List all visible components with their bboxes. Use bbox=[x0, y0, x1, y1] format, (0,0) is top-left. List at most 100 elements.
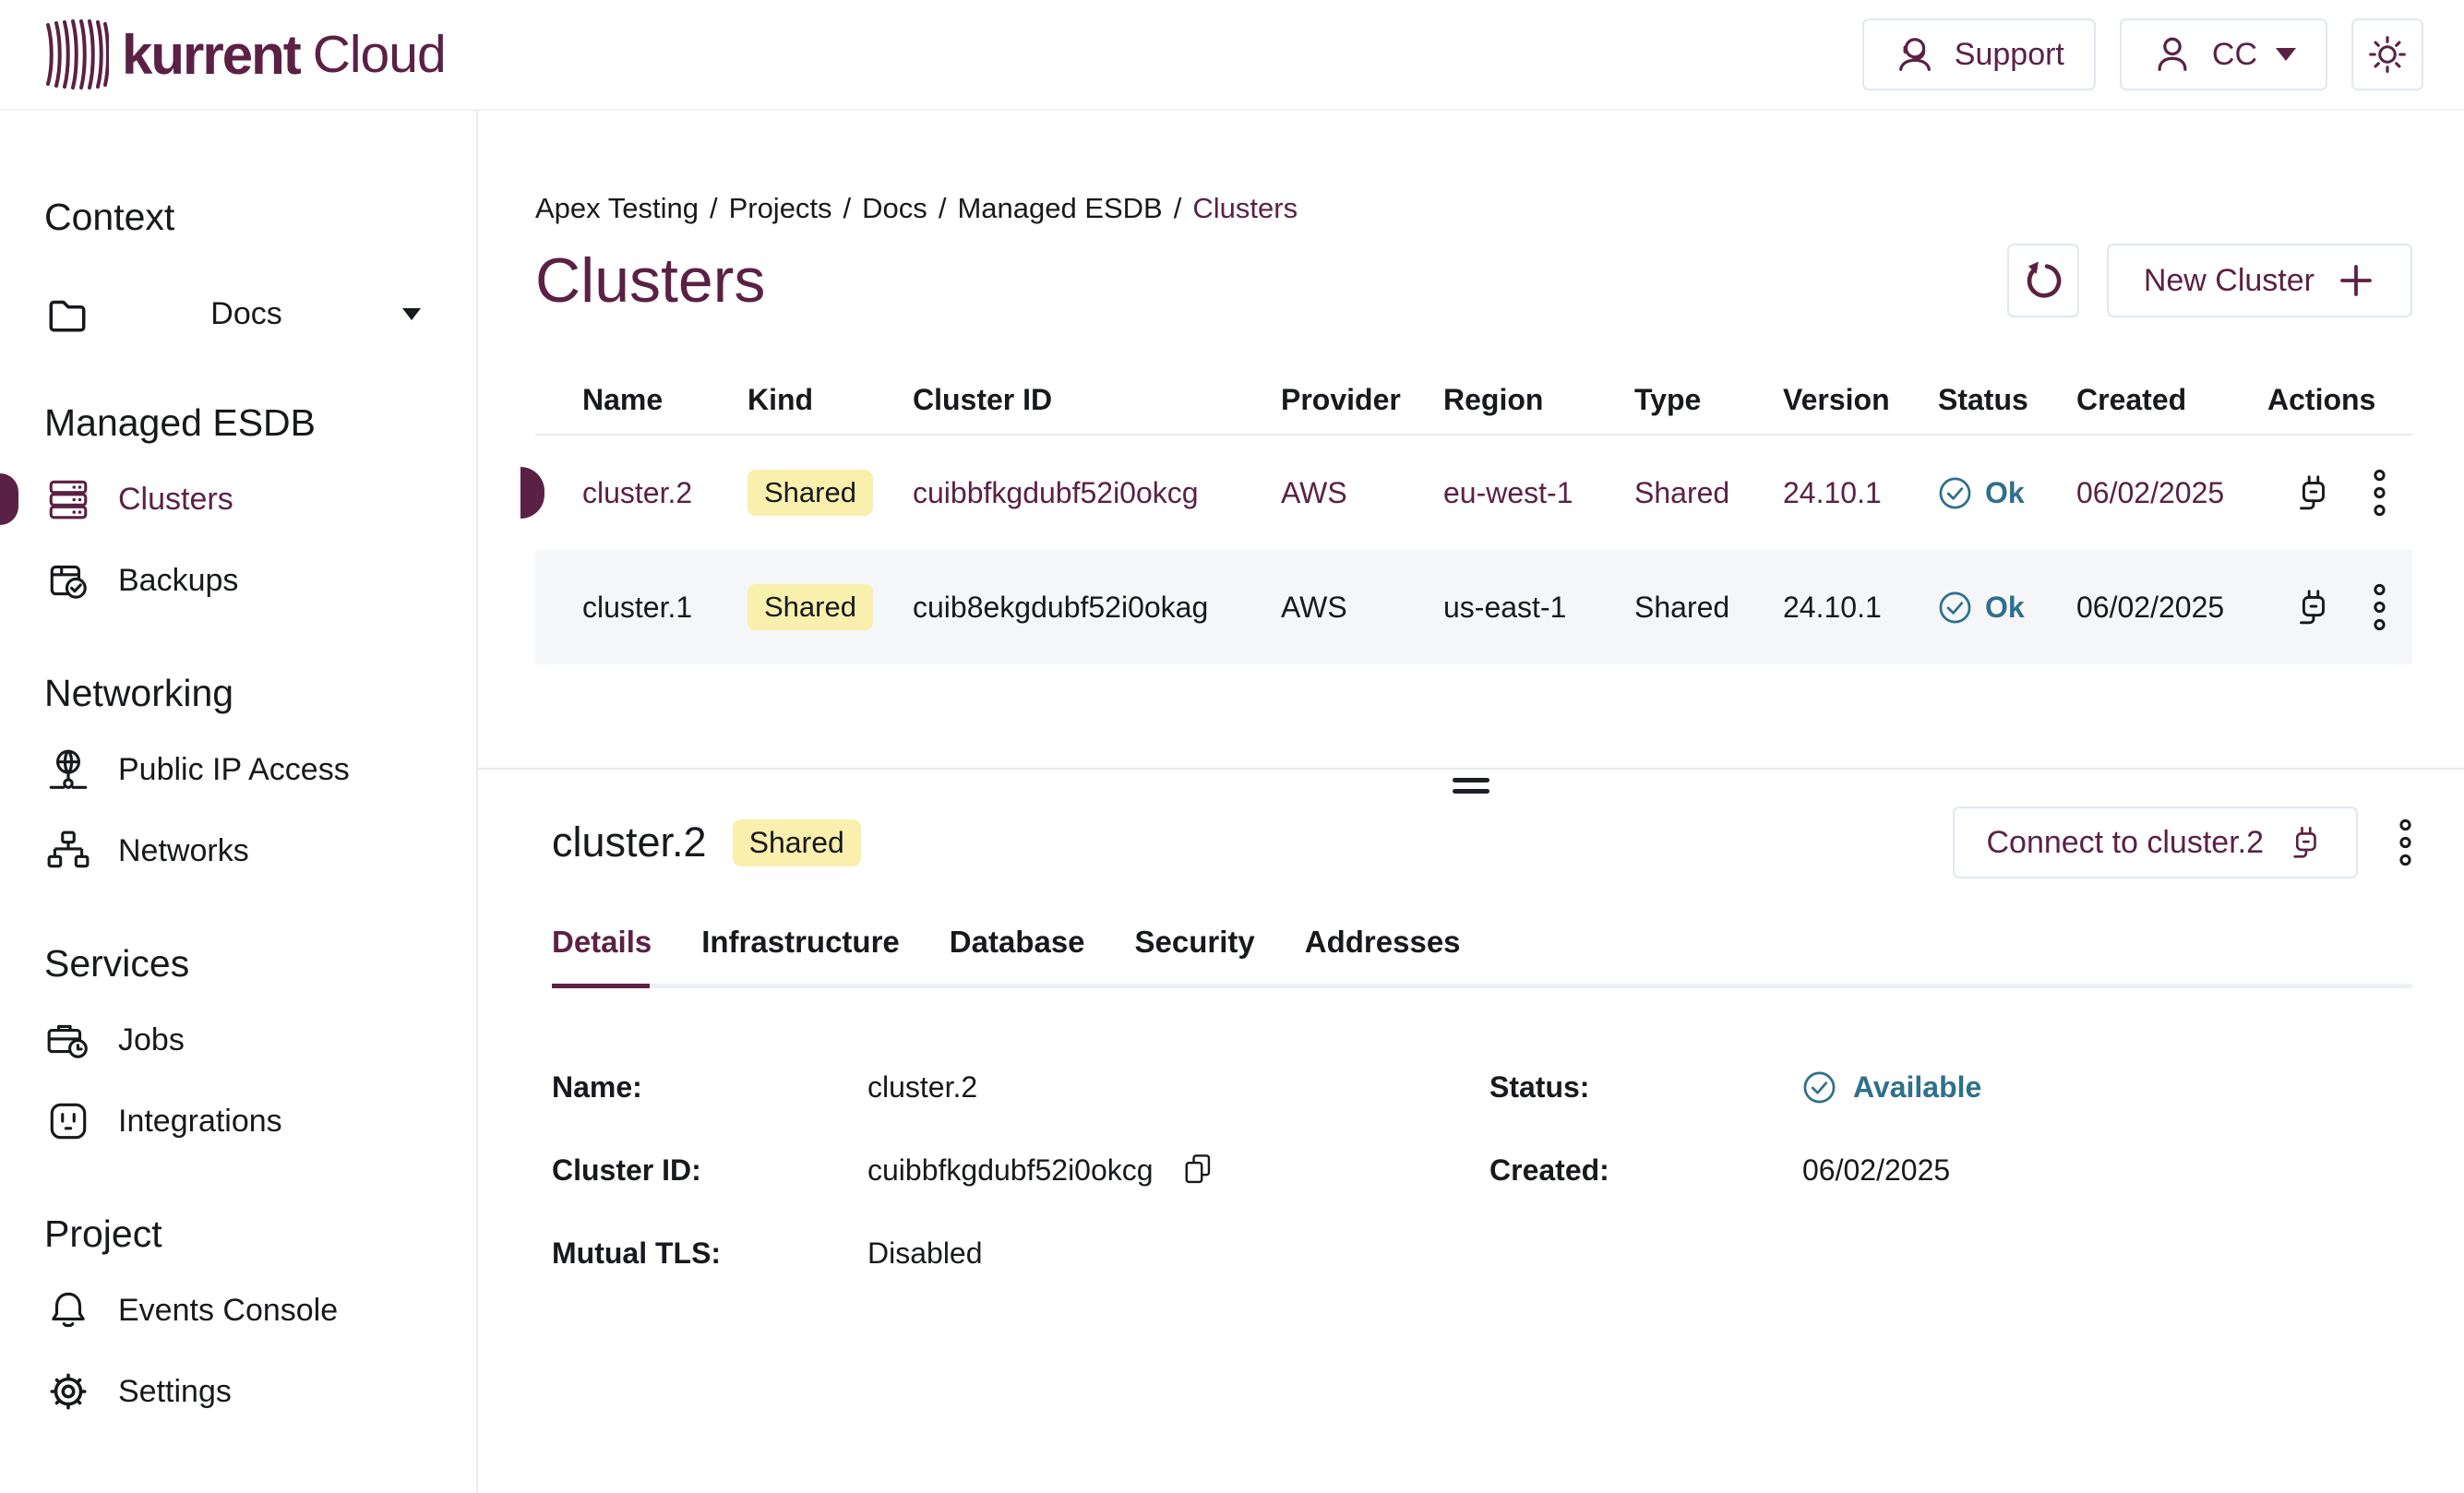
field-label-created: Created: bbox=[1489, 1153, 1802, 1188]
cell-version: 24.10.1 bbox=[1783, 591, 1938, 625]
brand-name: kurrent bbox=[122, 23, 300, 87]
kebab-icon[interactable] bbox=[2373, 469, 2386, 517]
field-value-cluster-id: cuibbfkgdubf52i0okcg bbox=[867, 1153, 1154, 1188]
panel-title: cluster.2 bbox=[552, 818, 707, 866]
new-cluster-button[interactable]: New Cluster bbox=[2107, 244, 2412, 317]
tab-infrastructure[interactable]: Infrastructure bbox=[701, 925, 900, 960]
sidebar-item-settings[interactable]: Settings bbox=[44, 1365, 458, 1418]
check-circle-icon bbox=[1938, 476, 1972, 510]
cell-status: Ok bbox=[1938, 591, 2076, 625]
sidebar-item-label: Backups bbox=[118, 563, 238, 599]
user-icon bbox=[2151, 33, 2194, 76]
settings-gear-icon bbox=[44, 1368, 92, 1415]
support-headset-icon bbox=[1894, 33, 1936, 76]
sidebar-item-events-console[interactable]: Events Console bbox=[44, 1284, 458, 1337]
sidebar-item-label: Jobs bbox=[118, 1022, 185, 1058]
column-header-version: Version bbox=[1783, 383, 1938, 417]
jobs-briefcase-icon bbox=[44, 1017, 92, 1063]
breadcrumb-item-apex-testing[interactable]: Apex Testing bbox=[535, 192, 699, 224]
field-label-status: Status: bbox=[1489, 1070, 1802, 1105]
cell-cluster-id: cuib8ekgdubf52i0okag bbox=[913, 591, 1281, 625]
breadcrumb-separator: / bbox=[710, 192, 718, 224]
field-value-name: cluster.2 bbox=[867, 1070, 977, 1105]
sidebar-item-label: Clusters bbox=[118, 482, 233, 518]
breadcrumb-item-projects[interactable]: Projects bbox=[729, 192, 832, 224]
active-tab-indicator bbox=[552, 984, 650, 988]
kurrent-logo[interactable]: kurrent Cloud bbox=[44, 16, 446, 93]
field-value-created: 06/02/2025 bbox=[1802, 1153, 1950, 1188]
field-label-name: Name: bbox=[552, 1070, 867, 1105]
plus-icon bbox=[2337, 261, 2375, 300]
support-button[interactable]: Support bbox=[1862, 18, 2096, 90]
sidebar-item-public-ip-access[interactable]: Public IP Access bbox=[44, 743, 458, 796]
context-selector[interactable]: Docs bbox=[44, 291, 421, 337]
connect-plug-icon[interactable] bbox=[2291, 586, 2334, 628]
sidebar: Context Docs Managed ESDB bbox=[0, 111, 478, 1493]
tab-security[interactable]: Security bbox=[1135, 925, 1255, 960]
user-menu-button[interactable]: CC bbox=[2120, 18, 2327, 90]
column-header-type: Type bbox=[1634, 383, 1783, 417]
cell-provider: AWS bbox=[1281, 476, 1443, 510]
cell-type: Shared bbox=[1634, 591, 1783, 625]
sidebar-section-context: Context bbox=[44, 196, 458, 239]
cell-created: 06/02/2025 bbox=[2076, 591, 2267, 625]
drag-handle-icon[interactable] bbox=[1453, 778, 1489, 794]
cell-actions bbox=[2267, 469, 2412, 517]
column-header-cluster-id: Cluster ID bbox=[913, 383, 1281, 417]
breadcrumb-item-managed-esdb[interactable]: Managed ESDB bbox=[957, 192, 1162, 224]
cell-status: Ok bbox=[1938, 476, 2076, 510]
sidebar-item-label: Public IP Access bbox=[118, 752, 350, 788]
table-row[interactable]: cluster.1 Shared cuib8ekgdubf52i0okag AW… bbox=[535, 550, 2412, 664]
sidebar-item-label: Networks bbox=[118, 833, 249, 869]
field-label-cluster-id: Cluster ID: bbox=[552, 1153, 867, 1188]
connect-to-cluster-button[interactable]: Connect to cluster.2 bbox=[1953, 806, 2358, 878]
tab-database[interactable]: Database bbox=[950, 925, 1085, 960]
column-header-kind: Kind bbox=[748, 383, 913, 417]
sidebar-item-label: Settings bbox=[118, 1374, 232, 1410]
cell-name: cluster.2 bbox=[582, 476, 748, 510]
theme-toggle-button[interactable] bbox=[2351, 18, 2423, 90]
table-header-row: Name Kind Cluster ID Provider Region Typ… bbox=[535, 365, 2412, 436]
tab-addresses[interactable]: Addresses bbox=[1305, 925, 1461, 960]
column-header-name: Name bbox=[582, 383, 748, 417]
logo-waves-icon bbox=[44, 16, 109, 93]
connect-plug-icon[interactable] bbox=[2291, 472, 2334, 514]
user-initials: CC bbox=[2212, 37, 2257, 73]
table-row[interactable]: cluster.2 Shared cuibbfkgdubf52i0okcg AW… bbox=[535, 436, 2412, 550]
sidebar-item-jobs[interactable]: Jobs bbox=[44, 1013, 458, 1067]
breadcrumb-separator: / bbox=[1174, 192, 1182, 224]
sidebar-item-label: Integrations bbox=[118, 1104, 282, 1140]
caret-down-icon bbox=[2276, 48, 2296, 61]
connect-plug-icon bbox=[2286, 823, 2325, 862]
column-header-status: Status bbox=[1938, 383, 2076, 417]
breadcrumb-item-docs[interactable]: Docs bbox=[862, 192, 927, 224]
kebab-icon[interactable] bbox=[2373, 583, 2386, 631]
sidebar-item-clusters[interactable]: Clusters bbox=[44, 472, 458, 526]
backups-box-check-icon bbox=[44, 557, 92, 603]
sidebar-section-networking: Networking bbox=[44, 672, 458, 715]
sidebar-item-integrations[interactable]: Integrations bbox=[44, 1094, 458, 1148]
networks-tree-icon bbox=[44, 828, 92, 874]
breadcrumb-separator: / bbox=[843, 192, 852, 224]
refresh-button[interactable] bbox=[2007, 244, 2079, 317]
sidebar-item-networks[interactable]: Networks bbox=[44, 824, 458, 878]
refresh-icon bbox=[2021, 258, 2065, 303]
check-circle-icon bbox=[1802, 1070, 1836, 1105]
tab-track bbox=[552, 984, 2412, 988]
panel-splitter bbox=[478, 768, 2464, 795]
new-cluster-label: New Cluster bbox=[2144, 263, 2314, 299]
folder-icon bbox=[44, 291, 90, 337]
breadcrumb-current: Clusters bbox=[1192, 192, 1298, 224]
sidebar-item-backups[interactable]: Backups bbox=[44, 554, 458, 607]
sidebar-section-services: Services bbox=[44, 942, 458, 985]
tab-details[interactable]: Details bbox=[552, 925, 652, 960]
public-ip-globe-icon bbox=[44, 746, 92, 793]
sidebar-section-managed-esdb: Managed ESDB bbox=[44, 401, 458, 445]
field-value-status: Available bbox=[1802, 1070, 1981, 1105]
column-header-actions: Actions bbox=[2267, 383, 2412, 417]
panel-kebab-icon[interactable] bbox=[2398, 818, 2412, 866]
column-header-region: Region bbox=[1443, 383, 1634, 417]
copy-icon[interactable] bbox=[1179, 1152, 1214, 1188]
cluster-detail-panel: cluster.2 Shared Connect to cluster.2 bbox=[535, 795, 2412, 1317]
cell-created: 06/02/2025 bbox=[2076, 476, 2267, 510]
